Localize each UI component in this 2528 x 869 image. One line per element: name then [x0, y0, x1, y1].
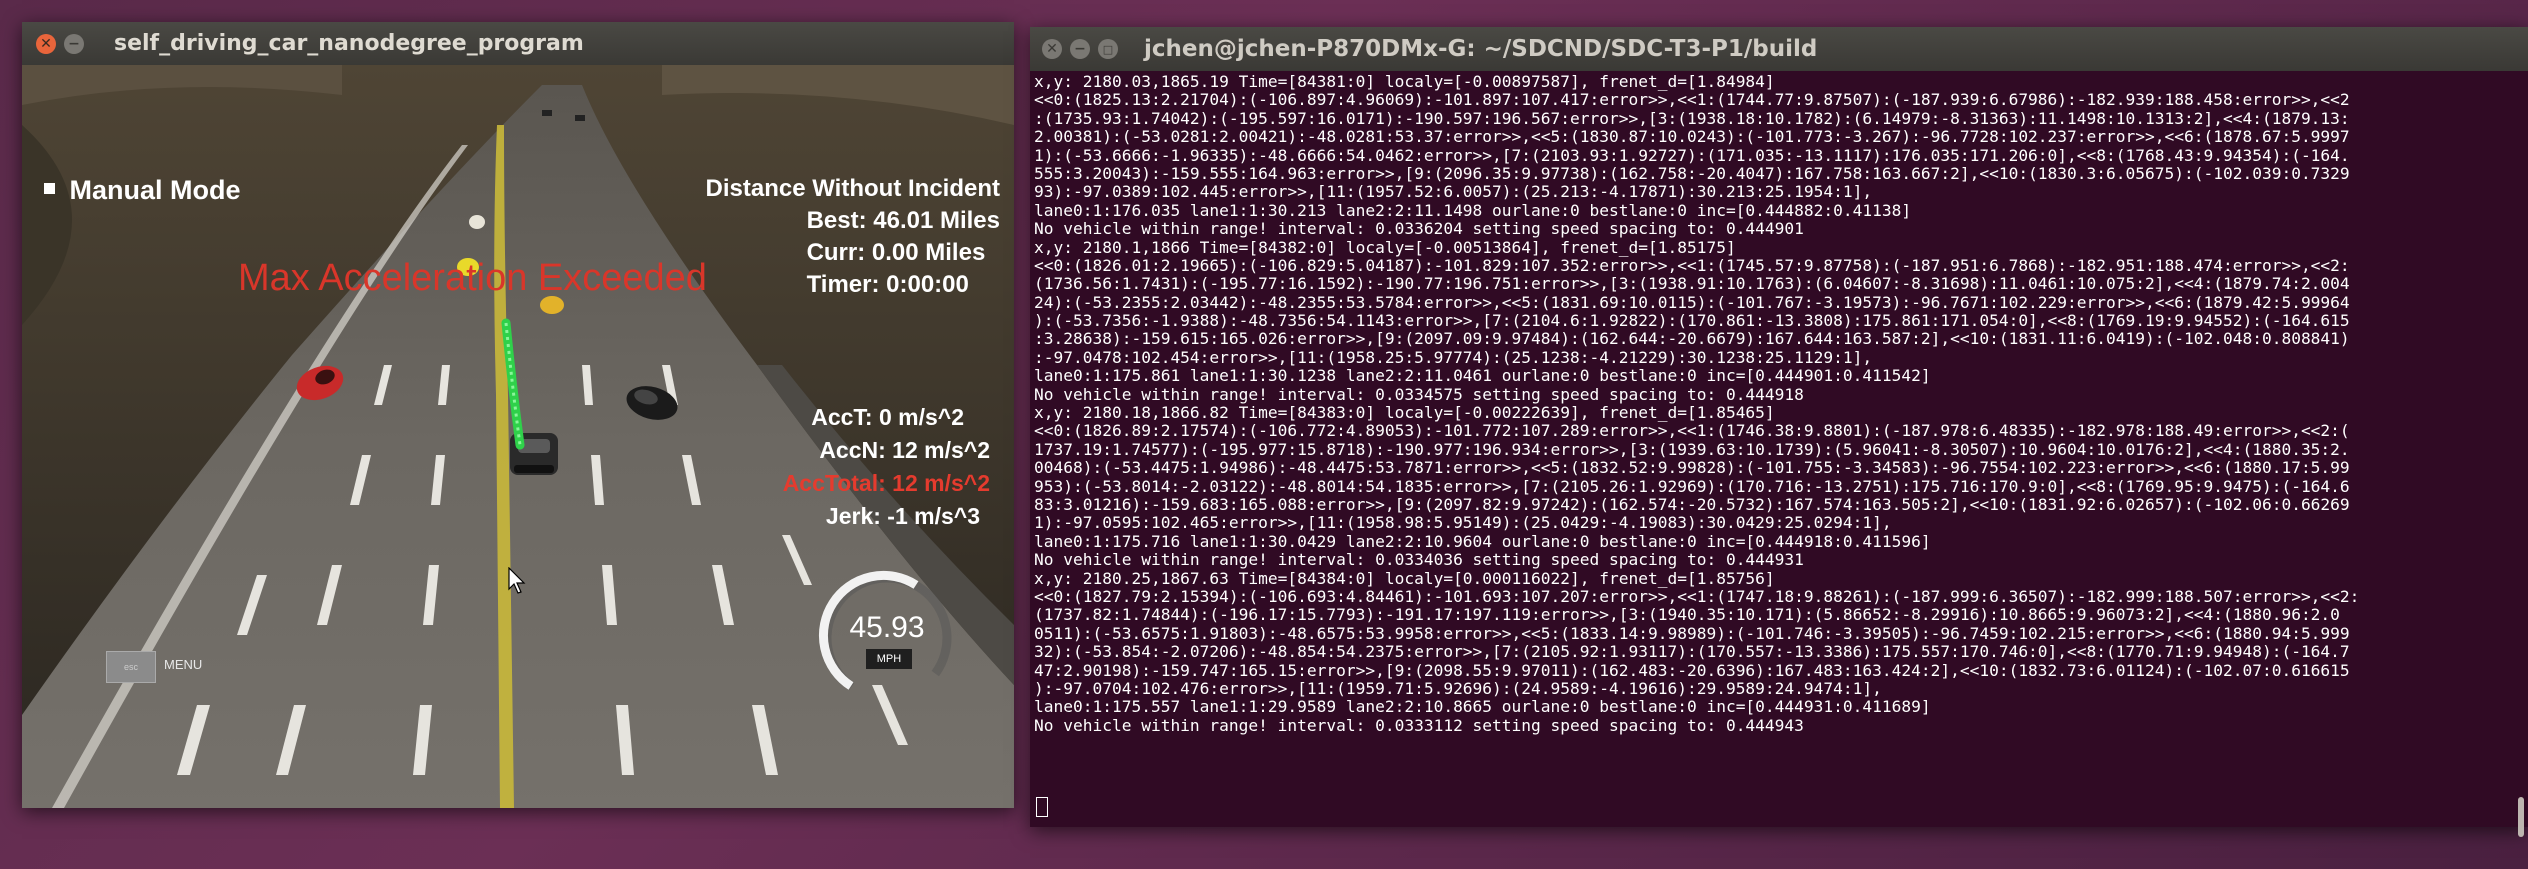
esc-key-button[interactable]: esc [106, 651, 156, 683]
close-icon[interactable]: ✕ [36, 33, 56, 54]
window-title: self_driving_car_nanodegree_program [114, 31, 584, 56]
terminal-line: 93):-97.0389:102.445:error>>,[11:(1957.5… [1034, 182, 1873, 202]
terminal-line: No vehicle within range! interval: 0.033… [1034, 715, 1804, 735]
terminal-line: 953):(-53.8014:-2.03122):-48.8014:54.183… [1034, 476, 2350, 496]
speed-value: 45.93 [849, 611, 925, 644]
terminal-line: lane0:1:176.035 lane1:1:30.213 lane2:2:1… [1034, 200, 1912, 220]
terminal-window: ✕ − □ jchen@jchen-P870DMx-G: ~/SDCND/SDC… [1030, 27, 2528, 837]
terminal-line: x,y: 2180.1,1866 Time=[84382:0] localy=[… [1034, 237, 1736, 257]
terminal-line: lane0:1:175.716 lane1:1:30.0429 lane2:2:… [1034, 531, 1931, 551]
speed-unit: MPH [866, 649, 912, 669]
maximize-icon[interactable]: □ [1098, 39, 1118, 59]
terminal-line: No vehicle within range! interval: 0.033… [1034, 550, 1804, 570]
terminal-scrollbar[interactable] [2518, 797, 2524, 837]
terminal-line: ):-97.0704:102.476:error>>,[11:(1959.71:… [1034, 678, 1882, 698]
minimize-icon[interactable]: − [1070, 39, 1090, 59]
speedometer: 45.93 MPH [816, 567, 958, 709]
terminal-line: :3.28638):-159.615:165.026:error>>,[9:(2… [1034, 329, 2350, 349]
acc-total: AccTotal: 12 m/s^2 [782, 470, 990, 496]
terminal-line: x,y: 2180.03,1865.19 Time=[84381:0] loca… [1034, 73, 1775, 91]
terminal-line: 2.00381):(-53.0281:2.00421):-48.0281:53.… [1034, 127, 2350, 147]
terminal-line: (1736.56:1.7431):(-195.77:16.1592):-190.… [1034, 274, 2350, 294]
terminal-line: <<0:(1825.13:2.21704):(-106.897:4.96069)… [1034, 90, 2350, 110]
terminal-line: 1):(-53.6666:-1.96335):-48.6666:54.0462:… [1034, 145, 2350, 165]
best-distance: Best: 46.01 Miles [806, 207, 1000, 234]
simulator-window: ✕ − self_driving_car_nanodegree_program [22, 22, 1014, 808]
terminal-line: 24):(-53.2355:2.03442):-48.2355:53.5784:… [1034, 292, 2350, 312]
terminal-line: 0511):(-53.6575:1.91803):-48.6575:53.995… [1034, 623, 2350, 643]
simulator-titlebar: ✕ − self_driving_car_nanodegree_program [22, 22, 1014, 65]
close-icon[interactable]: ✕ [1042, 39, 1062, 59]
menu-label: MENU [164, 657, 203, 672]
manual-mode-checkbox[interactable] [44, 183, 55, 195]
acceleration-warning: Max Acceleration Exceeded [238, 257, 707, 299]
terminal-line: lane0:1:175.557 lane1:1:29.9589 lane2:2:… [1034, 697, 1931, 717]
terminal-line: (1737.82:1.74844):(-196.17:15.7793):-191… [1034, 605, 2340, 625]
terminal-line: No vehicle within range! interval: 0.033… [1034, 219, 1804, 239]
simulator-scene: Manual Mode Max Acceleration Exceeded Di… [22, 65, 1014, 808]
acc-t: AccT: 0 m/s^2 [811, 404, 964, 430]
distance-heading: Distance Without Incident [705, 175, 1000, 202]
terminal-line: <<0:(1826.01:2.19665):(-106.829:5.04187)… [1034, 255, 2350, 275]
terminal-line: 00468):(-53.4475:1.94986):-48.4475:53.78… [1034, 458, 2350, 478]
timer: Timer: 0:00:00 [806, 271, 969, 298]
mouse-cursor-icon [508, 567, 526, 594]
terminal-line: No vehicle within range! interval: 0.033… [1034, 384, 1804, 404]
terminal-line: 32):(-53.854:-2.07206):-48.854:54.2375:e… [1034, 642, 2350, 662]
terminal-line: ):(-53.7356:-1.9388):-48.7356:54.1143:er… [1034, 311, 2350, 331]
terminal-line: x,y: 2180.18,1866.82 Time=[84383:0] loca… [1034, 403, 1775, 423]
terminal-cursor [1036, 797, 1048, 817]
terminal-line: x,y: 2180.25,1867.63 Time=[84384:0] loca… [1034, 568, 1775, 588]
terminal-line: :(1735.93:1.74042):(-195.597:16.0171):-1… [1034, 108, 2350, 128]
terminal-line: <<0:(1826.89:2.17574):(-106.772:4.89053)… [1034, 421, 2350, 441]
terminal-title: jchen@jchen-P870DMx-G: ~/SDCND/SDC-T3-P1… [1144, 36, 1818, 62]
jerk: Jerk: -1 m/s^3 [825, 503, 980, 529]
terminal-line: 47:2.90198):-159.747:165.15:error>>,[9:(… [1034, 660, 2350, 680]
terminal-output[interactable]: x,y: 2180.03,1865.19 Time=[84381:0] loca… [1034, 73, 2516, 827]
minimize-icon[interactable]: − [64, 33, 84, 54]
distance-panel: Distance Without Incident Best: 46.01 Mi… [701, 173, 1000, 301]
acc-n: AccN: 12 m/s^2 [819, 437, 990, 463]
terminal-line: 1):-97.0595:102.465:error>>,[11:(1958.98… [1034, 513, 1892, 533]
terminal-line: 83:3.01216):-159.683:165.088:error>>,[9:… [1034, 494, 2350, 514]
terminal-line: 1737.19:1.74577):(-195.977:15.8718):-190… [1034, 439, 2350, 459]
terminal-line: 555:3.20043):-159.555:164.963:error>>,[9… [1034, 163, 2350, 183]
acceleration-panel: AccT: 0 m/s^2 AccN: 12 m/s^2 AccTotal: 1… [783, 401, 990, 533]
manual-mode-toggle[interactable]: Manual Mode [44, 175, 240, 206]
current-distance: Curr: 0.00 Miles [806, 239, 986, 266]
terminal-line: :-97.0478:102.454:error>>,[11:(1958.25:5… [1034, 347, 1873, 367]
terminal-line: lane0:1:175.861 lane1:1:30.1238 lane2:2:… [1034, 366, 1931, 386]
manual-mode-label: Manual Mode [69, 175, 241, 205]
terminal-line: <<0:(1827.79:2.15394):(-106.693:4.84461)… [1034, 586, 2360, 606]
terminal-titlebar: ✕ − □ jchen@jchen-P870DMx-G: ~/SDCND/SDC… [1030, 27, 2528, 71]
